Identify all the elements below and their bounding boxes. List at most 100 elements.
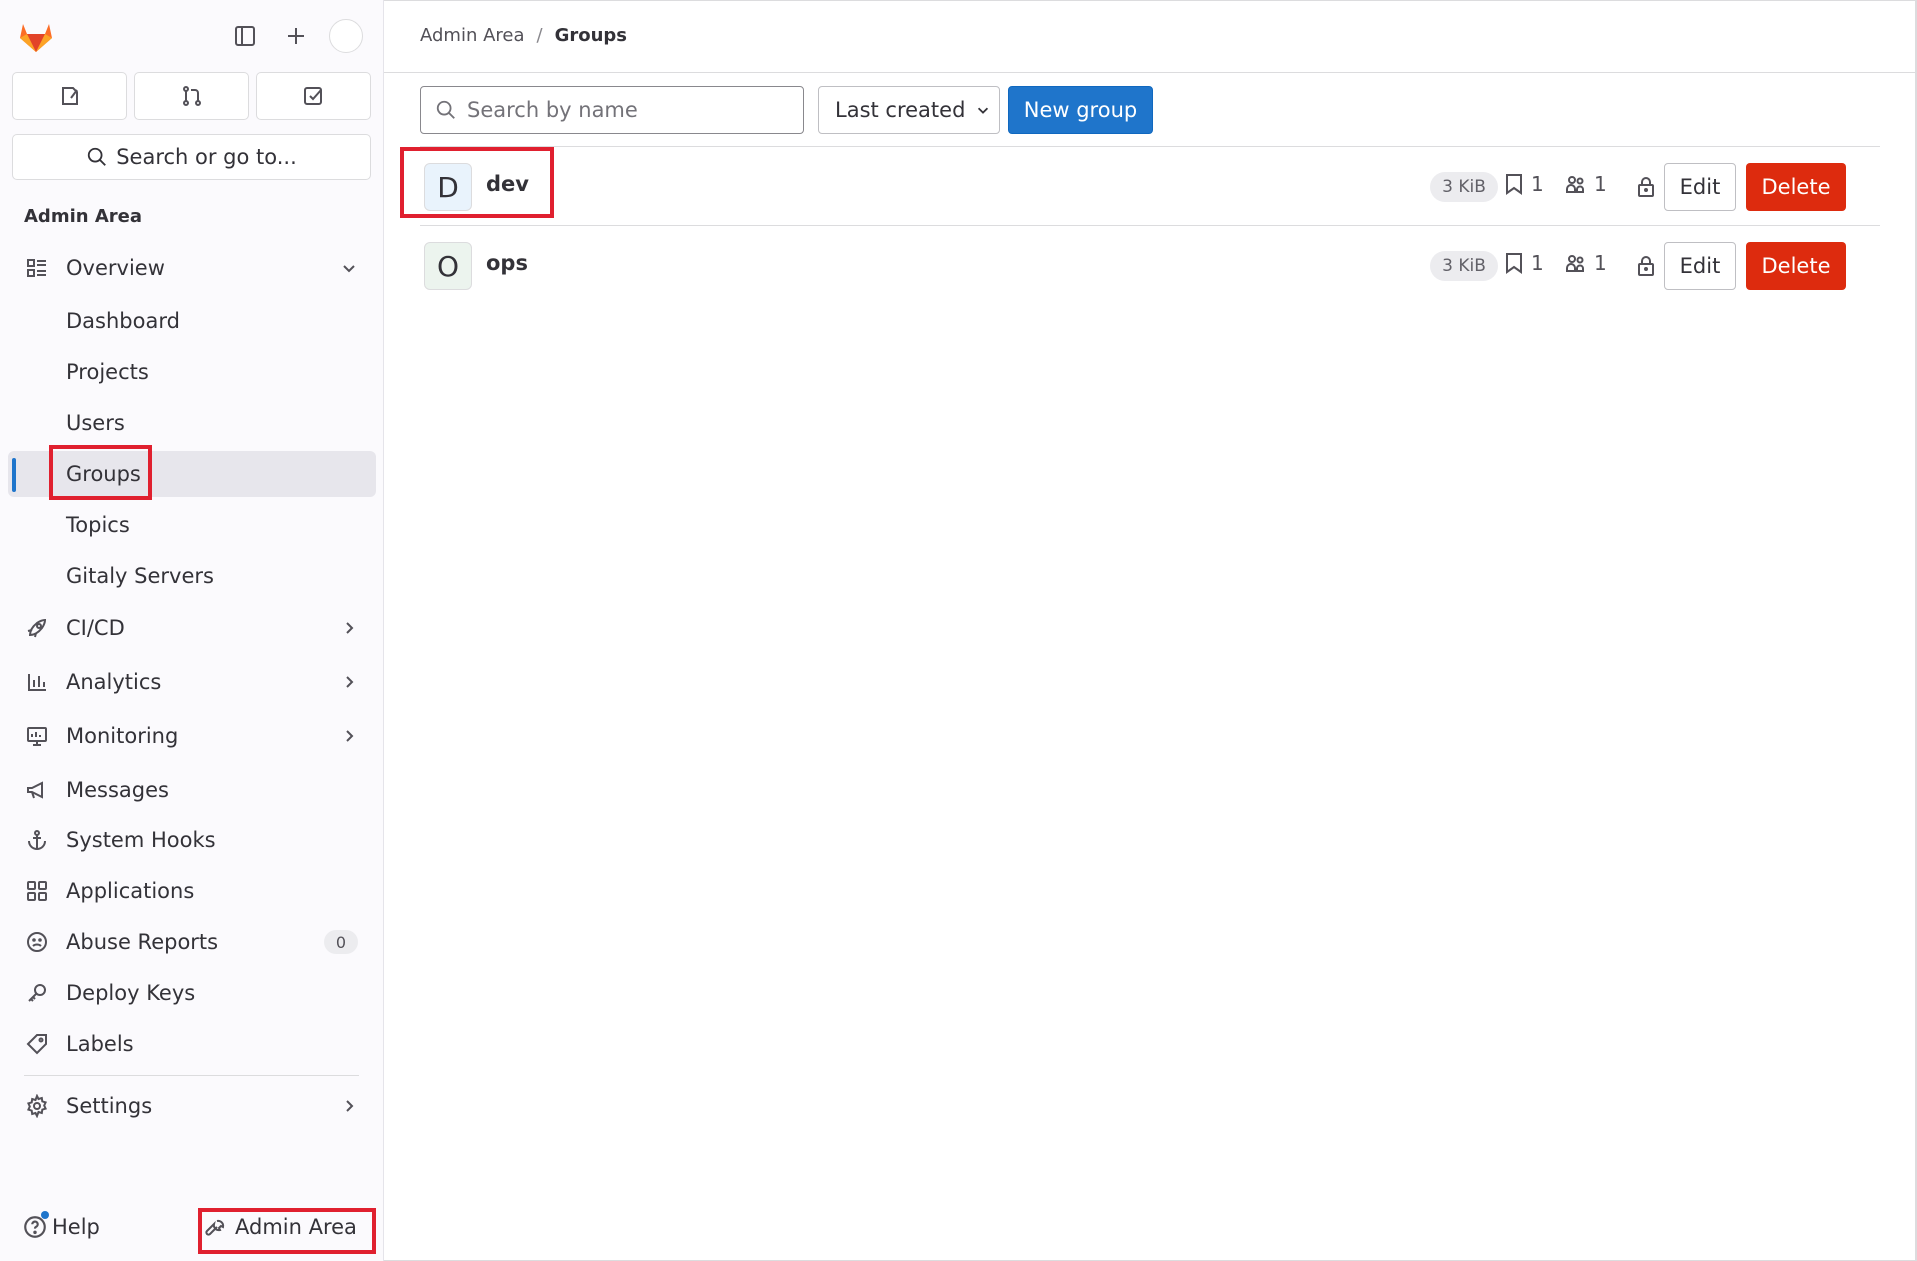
sidebar-item-abuse-reports[interactable]: Abuse Reports 0 — [8, 918, 376, 966]
sidebar-item-analytics[interactable]: Analytics — [8, 658, 376, 706]
sidebar-item-settings[interactable]: Settings — [8, 1082, 376, 1130]
project-count-value: 1 — [1531, 172, 1544, 196]
applications-icon — [24, 878, 50, 904]
sidebar-item-label: Users — [66, 411, 125, 435]
member-count-value: 1 — [1594, 172, 1607, 196]
gitlab-logo-icon[interactable] — [16, 16, 56, 56]
project-count-value: 1 — [1531, 251, 1544, 275]
edit-group-button[interactable]: Edit — [1664, 242, 1736, 290]
sidebar-item-monitoring[interactable]: Monitoring — [8, 712, 376, 760]
project-count: 1 — [1503, 172, 1544, 196]
merge-requests-button[interactable] — [134, 72, 249, 120]
group-name-link[interactable]: dev — [486, 172, 529, 196]
gear-icon — [24, 1093, 50, 1119]
sidebar-item-labels[interactable]: Labels — [8, 1020, 376, 1068]
sort-dropdown[interactable]: Last created — [818, 86, 1000, 134]
member-count: 1 — [1564, 251, 1607, 275]
breadcrumb: Admin Area / Groups — [420, 25, 627, 46]
sidebar-divider — [24, 1075, 359, 1076]
delete-group-button[interactable]: Delete — [1746, 163, 1846, 211]
active-indicator — [12, 458, 16, 492]
admin-area-button[interactable]: Admin Area — [203, 1215, 357, 1239]
member-count: 1 — [1564, 172, 1607, 196]
breadcrumb-groups[interactable]: Groups — [555, 25, 627, 46]
create-new-icon[interactable] — [278, 18, 314, 54]
row-divider — [420, 146, 1880, 147]
sidebar-search-label: Search or go to... — [116, 145, 297, 169]
abuse-icon — [24, 929, 50, 955]
help-button[interactable]: Help — [22, 1211, 100, 1240]
sidebar-item-label: Deploy Keys — [66, 981, 196, 1005]
notification-dot — [41, 1211, 49, 1219]
group-name-link[interactable]: ops — [486, 251, 528, 275]
sidebar-item-overview[interactable]: Overview — [8, 244, 376, 292]
help-label: Help — [52, 1215, 100, 1239]
breadcrumb-admin-area[interactable]: Admin Area — [420, 25, 525, 46]
wrench-icon — [205, 1219, 225, 1236]
sidebar-item-dashboard[interactable]: Dashboard — [8, 298, 376, 344]
sidebar-item-messages[interactable]: Messages — [8, 766, 376, 814]
bookmark-icon — [1506, 174, 1522, 195]
chevron-right-icon — [346, 730, 354, 742]
users-icon — [1566, 176, 1584, 193]
new-group-button[interactable]: New group — [1008, 86, 1153, 134]
sidebar-item-label: Topics — [66, 513, 130, 537]
sort-dropdown-label: Last created — [835, 98, 966, 122]
search-icon — [436, 100, 455, 119]
sidebar-item-label: Abuse Reports — [66, 930, 219, 954]
sidebar: Search or go to... Admin Area Overview D… — [0, 0, 384, 1261]
sidebar-item-groups[interactable]: Groups — [8, 451, 376, 497]
sidebar-item-applications[interactable]: Applications — [8, 867, 376, 915]
sidebar-item-projects[interactable]: Projects — [8, 349, 376, 395]
sidebar-item-topics[interactable]: Topics — [8, 502, 376, 548]
sidebar-item-system-hooks[interactable]: System Hooks — [8, 816, 376, 864]
storage-size-badge: 3 KiB — [1430, 172, 1498, 202]
group-avatar[interactable]: O — [424, 242, 472, 290]
monitor-icon — [24, 723, 50, 749]
group-avatar[interactable]: D — [424, 163, 472, 211]
header-divider — [384, 72, 1915, 73]
sidebar-item-deploy-keys[interactable]: Deploy Keys — [8, 969, 376, 1017]
storage-size-badge: 3 KiB — [1430, 251, 1498, 281]
chart-icon — [24, 669, 50, 695]
sidebar-item-cicd[interactable]: CI/CD — [8, 604, 376, 652]
table-row: O ops 3 KiB 1 1 Edit Delete — [420, 227, 1880, 305]
sidebar-item-users[interactable]: Users — [8, 400, 376, 446]
toggle-sidebar-icon[interactable] — [227, 18, 263, 54]
sidebar-item-label: Gitaly Servers — [66, 564, 214, 588]
issues-button[interactable] — [12, 72, 127, 120]
sidebar-item-label: System Hooks — [66, 828, 216, 852]
sidebar-section-title: Admin Area — [24, 206, 142, 227]
sidebar-item-label: Overview — [66, 256, 165, 280]
edit-group-button[interactable]: Edit — [1664, 163, 1736, 211]
sidebar-item-label: Analytics — [66, 670, 162, 694]
sidebar-item-label: Groups — [66, 462, 141, 486]
bookmark-icon — [1506, 253, 1522, 274]
megaphone-icon — [24, 777, 50, 803]
anchor-icon — [24, 827, 50, 853]
abuse-reports-count-badge: 0 — [324, 930, 358, 954]
users-icon — [1566, 255, 1584, 272]
search-input[interactable] — [467, 98, 787, 122]
chevron-right-icon — [346, 676, 354, 688]
key-icon — [24, 980, 50, 1006]
sidebar-search-button[interactable]: Search or go to... — [12, 134, 371, 180]
rocket-icon — [24, 615, 50, 641]
group-search-box[interactable] — [420, 86, 804, 134]
help-icon — [22, 1211, 49, 1240]
delete-group-button[interactable]: Delete — [1746, 242, 1846, 290]
sidebar-item-label: Dashboard — [66, 309, 180, 333]
row-divider — [420, 225, 1880, 226]
todos-button[interactable] — [256, 72, 371, 120]
issues-icon — [61, 87, 78, 105]
sidebar-item-label: Monitoring — [66, 724, 179, 748]
chevron-right-icon — [346, 1100, 354, 1112]
chevron-down-icon — [343, 265, 355, 273]
sidebar-item-label: Messages — [66, 778, 169, 802]
sidebar-item-label: CI/CD — [66, 616, 125, 640]
user-avatar[interactable] — [329, 19, 363, 53]
sidebar-item-gitaly-servers[interactable]: Gitaly Servers — [8, 553, 376, 599]
lock-icon — [1635, 175, 1657, 199]
search-icon — [88, 147, 107, 166]
sidebar-item-label: Settings — [66, 1094, 153, 1118]
